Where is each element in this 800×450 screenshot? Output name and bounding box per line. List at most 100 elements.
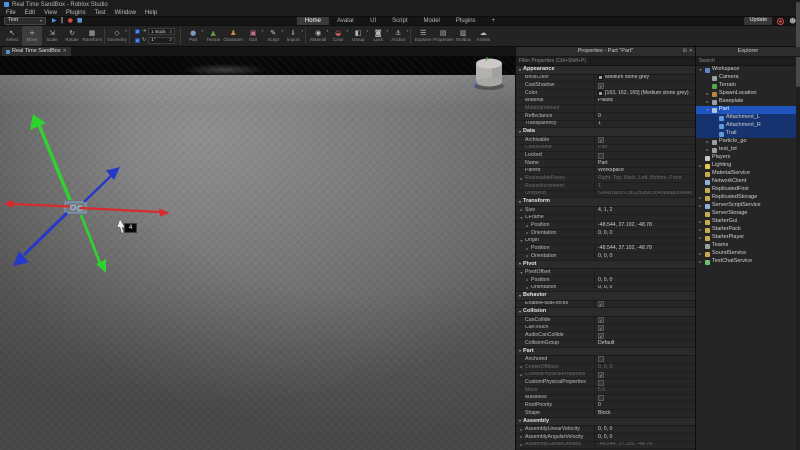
caret-right-icon[interactable]: ▸ (519, 365, 524, 369)
snap-move-stepper[interactable]: ⇵ (169, 30, 172, 34)
menu-item-file[interactable]: File (6, 10, 16, 16)
snap-move-field[interactable]: 1 studs⇵ (148, 28, 175, 35)
test-mode-dropdown[interactable]: Test ▾ (4, 17, 46, 25)
caret-down-icon[interactable]: ▾ (705, 108, 710, 112)
snap-rotate-checkbox[interactable]: ✓ (135, 38, 140, 43)
tree-item-terrain[interactable]: Terrain (696, 82, 800, 90)
toolbox-button[interactable]: ▥Toolbox (453, 26, 473, 46)
caret-right-icon[interactable]: ▸ (519, 428, 524, 432)
scale-button[interactable]: ⇲Scale (42, 26, 62, 46)
tree-item-test-txt[interactable]: ▸test_txt (696, 146, 800, 154)
character-button[interactable]: ♟Character (223, 26, 243, 46)
terrain-button[interactable]: ▲Terrain (203, 26, 223, 46)
record-button[interactable]: ● (68, 18, 73, 24)
caret-right-icon[interactable]: ▸ (705, 100, 710, 104)
prop-value-cell[interactable] (594, 238, 695, 245)
tree-item-teams[interactable]: Teams (696, 242, 800, 250)
tree-item-startergui[interactable]: ▸StarterGui (696, 218, 800, 226)
caret-right-icon[interactable]: ▸ (525, 278, 530, 282)
prop-value-cell[interactable]: Part (594, 145, 695, 152)
menu-item-window[interactable]: Window (115, 10, 136, 16)
user-account-icon[interactable]: ☻ (789, 18, 796, 25)
prop-value-cell[interactable]: 5.6 (594, 387, 695, 394)
lock-button[interactable]: ◙Lock▾ (368, 26, 388, 46)
caret-right-icon[interactable]: ▸ (705, 92, 710, 96)
prop-value-cell[interactable]: ✓ (594, 301, 695, 308)
caret-right-icon[interactable]: ▸ (519, 208, 524, 212)
prop-value-cell[interactable] (594, 356, 695, 363)
snap-rotate-stepper[interactable]: ⇵ (169, 38, 172, 42)
tree-item-replicatedstorage[interactable]: ▸ReplicatedStorage (696, 194, 800, 202)
tab-item[interactable]: + (484, 17, 504, 25)
caret-down-icon[interactable]: ▾ (519, 239, 524, 243)
caret-right-icon[interactable]: ▸ (698, 220, 703, 224)
checkbox[interactable] (598, 153, 604, 159)
caret-right-icon[interactable]: ▸ (519, 443, 524, 447)
3d-viewport[interactable]: 4 (0, 57, 515, 450)
prop-value-cell[interactable]: -48.544, 37.102, -48.78 (594, 222, 695, 229)
checkbox[interactable] (598, 356, 604, 362)
tree-item-starterpack[interactable]: ▸StarterPack (696, 226, 800, 234)
section-header-transform[interactable]: ▾Transform (516, 198, 695, 207)
scrollbar-thumb[interactable] (796, 2, 800, 87)
geometry-button[interactable]: ◇Geometry▾ (107, 26, 127, 46)
prop-value-cell[interactable] (594, 152, 695, 159)
caret-down-icon[interactable]: ▾ (519, 216, 524, 220)
color-button[interactable]: ◒Color▾ (328, 26, 348, 46)
prop-value-cell[interactable]: 0, 0, 0 (594, 277, 695, 284)
pin-icon[interactable]: ⊞ (683, 49, 687, 54)
tree-item-textchatservice[interactable]: ▸TextChatService (696, 258, 800, 266)
menu-item-test[interactable]: Test (95, 10, 106, 16)
checkbox[interactable]: ✓ (598, 333, 604, 339)
prop-value-cell[interactable]: ✓ (594, 372, 695, 379)
prop-value-cell[interactable]: 0, 0, 0 (594, 434, 695, 441)
tree-item-soundservice[interactable]: ▸SoundService (696, 250, 800, 258)
checkbox[interactable]: ✓ (598, 325, 604, 331)
caret-right-icon[interactable]: ▸ (705, 148, 710, 152)
prop-value-cell[interactable]: 0, 0, 0 (594, 253, 695, 260)
rotate-button[interactable]: ↻Rotate (62, 26, 82, 46)
tree-item-baseplate[interactable]: ▸Baseplate (696, 98, 800, 106)
caret-right-icon[interactable]: ▸ (698, 204, 703, 208)
assets-button[interactable]: ☁Assets (473, 26, 493, 46)
section-header-appearance[interactable]: ▾Appearance (516, 66, 695, 75)
prop-value-cell[interactable]: 1 (594, 183, 695, 190)
stop-button[interactable]: ■ (77, 18, 83, 24)
caret-right-icon[interactable]: ▸ (519, 177, 524, 181)
tree-item-workspace[interactable]: ▾Workspace (696, 66, 800, 74)
caret-down-icon[interactable]: ▾ (698, 68, 703, 72)
prop-value-cell[interactable]: Workspace (594, 168, 695, 175)
tab-plugins[interactable]: Plugins (448, 17, 484, 25)
move-button[interactable]: +Move (22, 26, 42, 46)
checkbox[interactable]: ✓ (598, 137, 604, 143)
anchor-button[interactable]: ⚓Anchor▾ (388, 26, 408, 46)
checkbox[interactable] (598, 380, 604, 386)
tab-ui[interactable]: UI (362, 17, 384, 25)
update-button[interactable]: Update (744, 17, 772, 26)
tree-item-spawnlocation[interactable]: ▸SpawnLocation (696, 90, 800, 98)
prop-value-cell[interactable]: 0, 0, 0 (594, 230, 695, 237)
menu-item-edit[interactable]: Edit (25, 10, 35, 16)
cylinder-part[interactable] (474, 57, 504, 90)
material-button[interactable]: ◉Material▾ (308, 26, 328, 46)
caret-down-icon[interactable]: ▾ (519, 271, 524, 275)
group-button[interactable]: ◧Group▾ (348, 26, 368, 46)
pause-button[interactable]: ‖ (61, 18, 64, 24)
tree-item-camera[interactable]: Camera (696, 74, 800, 82)
snap-move-checkbox[interactable]: ✓ (135, 29, 140, 34)
section-header-assembly[interactable]: ▾Assembly (516, 418, 695, 427)
tree-item-lighting[interactable]: ▸Lighting (696, 162, 800, 170)
prop-value-cell[interactable]: Part (594, 160, 695, 167)
caret-right-icon[interactable]: ▸ (698, 196, 703, 200)
caret-right-icon[interactable]: ▸ (525, 247, 530, 251)
prop-value-cell[interactable]: 0, 0, 0 (594, 285, 695, 292)
caret-right-icon[interactable]: ▸ (698, 164, 703, 168)
tree-item-players[interactable]: Players (696, 154, 800, 162)
caret-right-icon[interactable]: ▸ (698, 252, 703, 256)
tree-item-serverscriptservice[interactable]: ▸ServerScriptService (696, 202, 800, 210)
prop-value-cell[interactable]: 1 (594, 121, 695, 128)
caret-right-icon[interactable]: ▸ (698, 260, 703, 264)
tree-item-networkclient[interactable]: NetworkClient (696, 178, 800, 186)
tree-item-materialservice[interactable]: MaterialService (696, 170, 800, 178)
transform-button[interactable]: ▦Transform (82, 26, 102, 46)
